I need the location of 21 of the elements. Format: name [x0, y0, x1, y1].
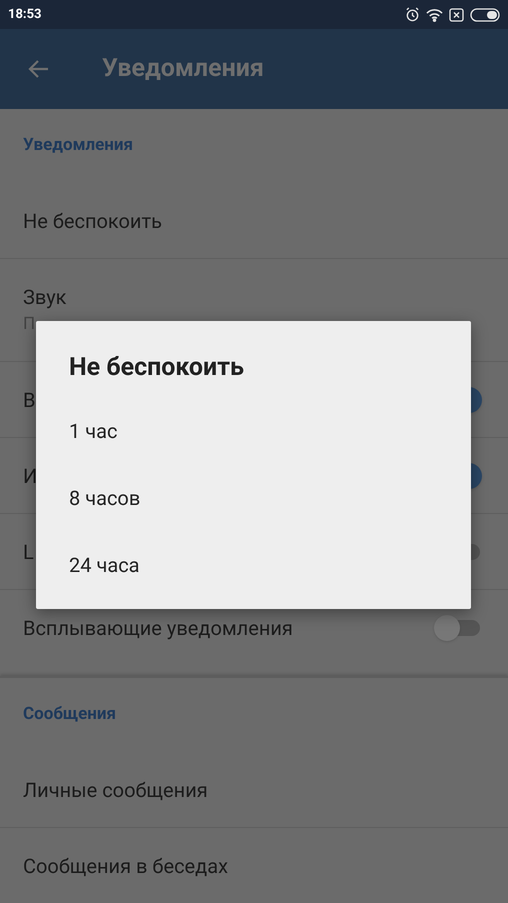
dialog-option[interactable]: 8 часов — [69, 464, 471, 531]
wifi-icon — [426, 8, 443, 22]
settings-item-label[interactable]: Звук — [23, 282, 485, 312]
dialog-title: Не беспокоить — [69, 352, 245, 384]
toggle-switch[interactable] — [434, 615, 482, 641]
dialog-option[interactable]: 1 час — [69, 397, 471, 464]
settings-item[interactable]: Сообщения в беседах — [0, 828, 508, 903]
settings-item-label[interactable]: И — [23, 460, 38, 490]
section-header: Сообщения — [23, 703, 116, 726]
dialog-option[interactable]: 24 часа — [69, 531, 471, 598]
screen-title: Уведомления — [102, 53, 264, 86]
no-sim-icon — [449, 8, 464, 22]
section-header: Уведомления — [23, 134, 134, 158]
status-time: 18:53 — [8, 6, 42, 24]
settings-item-label[interactable]: В — [23, 384, 36, 414]
alarm-icon — [405, 7, 420, 22]
settings-item-label[interactable]: Всплывающие уведомления — [23, 613, 293, 643]
settings-item[interactable]: Личные сообщения — [0, 752, 508, 828]
settings-item-label[interactable]: L — [23, 536, 34, 566]
settings-item[interactable]: Не беспокоить — [0, 183, 508, 259]
battery-icon — [470, 8, 500, 22]
